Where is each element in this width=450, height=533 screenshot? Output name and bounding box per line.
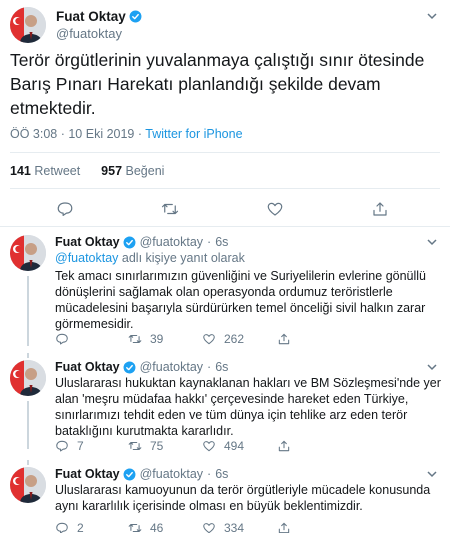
- retweet-icon: [128, 334, 142, 344]
- reply-icon: [56, 333, 68, 345]
- reply-button[interactable]: 2: [55, 521, 84, 533]
- avatar[interactable]: [10, 7, 46, 43]
- tweet-source[interactable]: Twitter for iPhone: [145, 127, 242, 141]
- divider: [10, 188, 440, 189]
- reply-actions: 2 46 334: [55, 521, 435, 533]
- like-count: 334: [224, 521, 245, 533]
- tweet-stats: 141 Retweet 957 Beğeni: [10, 164, 164, 178]
- tweet-thread-page: Fuat Oktay @fuatoktay Terör örgütlerinin…: [0, 0, 450, 533]
- share-icon[interactable]: [371, 200, 389, 218]
- tweet-text: Tek amacı sınırlarımızın güvenliğini ve …: [55, 269, 427, 331]
- like-button[interactable]: 262: [202, 332, 244, 346]
- verified-badge-icon: [123, 468, 136, 480]
- reply-button[interactable]: [55, 332, 77, 346]
- retweet-count: 46: [150, 521, 164, 533]
- chevron-down-icon[interactable]: [426, 468, 438, 480]
- like-icon: [203, 334, 215, 345]
- avatar[interactable]: [10, 467, 46, 503]
- chevron-down-icon[interactable]: [426, 236, 438, 248]
- reply-count: 2: [77, 521, 84, 533]
- tweet-timestamp[interactable]: 6s: [215, 235, 228, 249]
- like-icon: [203, 441, 215, 452]
- author-handle[interactable]: @fuatoktay: [56, 26, 122, 41]
- chevron-down-icon[interactable]: [426, 10, 438, 22]
- like-button[interactable]: 334: [202, 521, 244, 533]
- retweet-button[interactable]: 46: [128, 521, 163, 533]
- author-name[interactable]: Fuat Oktay: [55, 235, 120, 249]
- like-icon: [203, 523, 215, 533]
- reply-icon[interactable]: [56, 200, 74, 218]
- share-icon: [278, 333, 290, 345]
- reply-icon: [56, 440, 68, 452]
- like-icon[interactable]: [266, 200, 284, 218]
- replying-to: @fuatoktay adlı kişiye yanıt olarak: [55, 251, 245, 265]
- reply-header: Fuat Oktay @fuatoktay · 6s: [55, 467, 229, 481]
- tweet-meta: ÖÖ 3:08 · 10 Eki 2019 · Twitter for iPho…: [10, 127, 243, 141]
- author-name[interactable]: Fuat Oktay: [55, 360, 120, 374]
- retweet-icon: [128, 441, 142, 451]
- tweet-text: Uluslararası hukuktan kaynaklanan haklar…: [55, 376, 441, 438]
- like-count[interactable]: 957: [101, 164, 122, 178]
- retweet-count[interactable]: 141: [10, 164, 31, 178]
- author-handle[interactable]: @fuatoktay: [140, 360, 203, 374]
- reply-header: Fuat Oktay @fuatoktay · 6s: [55, 235, 229, 249]
- thread-line: [27, 401, 29, 449]
- retweet-icon: [128, 523, 142, 533]
- chevron-down-icon[interactable]: [426, 361, 438, 373]
- verified-badge-icon: [123, 236, 136, 248]
- reply-actions: 39 262: [55, 332, 435, 348]
- replying-to-label: adlı kişiye yanıt olarak: [118, 251, 245, 265]
- divider: [0, 226, 450, 227]
- thread-line: [27, 460, 29, 465]
- author-handle[interactable]: @fuatoktay: [140, 467, 203, 481]
- author-name-row: Fuat Oktay: [56, 9, 142, 24]
- retweet-count: 75: [150, 439, 164, 453]
- reply-count: 7: [77, 439, 84, 453]
- author-handle[interactable]: @fuatoktay: [140, 235, 203, 249]
- tweet-text: Uluslararası kamuoyunun da terör örgütle…: [55, 483, 431, 513]
- share-button[interactable]: [277, 332, 299, 346]
- avatar[interactable]: [10, 235, 46, 271]
- share-button[interactable]: [277, 439, 299, 453]
- author-name[interactable]: Fuat Oktay: [56, 9, 126, 24]
- divider: [10, 152, 440, 153]
- tweet-timestamp[interactable]: 6s: [215, 467, 228, 481]
- thread-line: [27, 276, 29, 346]
- retweet-button[interactable]: 75: [128, 439, 163, 453]
- reply-header: Fuat Oktay @fuatoktay · 6s: [55, 360, 229, 374]
- thread-line: [27, 353, 29, 358]
- retweet-count: 39: [150, 332, 164, 346]
- like-count: 494: [224, 439, 245, 453]
- tweet-text: Terör örgütlerinin yuvalanmaya çalıştığı…: [10, 50, 425, 118]
- share-button[interactable]: [277, 521, 299, 533]
- retweet-label[interactable]: Retweet: [34, 164, 80, 178]
- like-label[interactable]: Beğeni: [126, 164, 165, 178]
- retweet-icon[interactable]: [161, 200, 179, 218]
- avatar[interactable]: [10, 360, 46, 396]
- retweet-button[interactable]: 39: [128, 332, 163, 346]
- reply-icon: [56, 522, 68, 533]
- main-tweet-actions: [0, 200, 450, 220]
- share-icon: [278, 522, 290, 533]
- like-count: 262: [224, 332, 245, 346]
- tweet-timestamp[interactable]: ÖÖ 3:08 · 10 Eki 2019 ·: [10, 127, 145, 141]
- like-button[interactable]: 494: [202, 439, 244, 453]
- reply-actions: 7 75 494: [55, 439, 435, 455]
- share-icon: [278, 440, 290, 452]
- verified-badge-icon: [123, 361, 136, 373]
- tweet-timestamp[interactable]: 6s: [215, 360, 228, 374]
- replying-to-mention[interactable]: @fuatoktay: [55, 251, 118, 265]
- verified-badge-icon: [129, 10, 142, 23]
- author-name[interactable]: Fuat Oktay: [55, 467, 120, 481]
- reply-button[interactable]: 7: [55, 439, 84, 453]
